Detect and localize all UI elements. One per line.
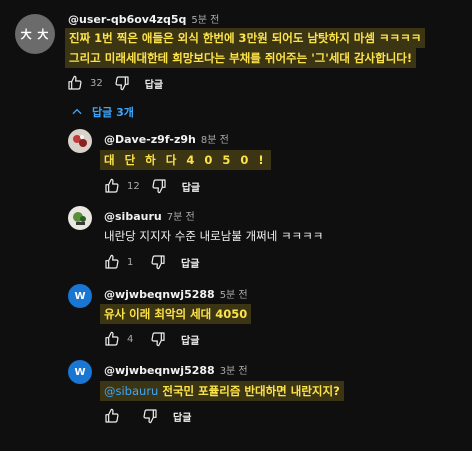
thumbs-down-icon	[152, 179, 166, 194]
replies-toggle-label: 답글 3개	[92, 106, 134, 119]
avatar[interactable]: W	[68, 360, 92, 384]
avatar[interactable]: 大 大	[15, 14, 55, 54]
like-count: 32	[90, 77, 103, 89]
timestamp[interactable]: 7분 전	[167, 212, 195, 223]
dislike-button[interactable]	[150, 177, 168, 195]
thumbs-down-icon	[151, 332, 165, 347]
timestamp[interactable]: 5분 전	[220, 290, 248, 301]
author-name[interactable]: @Dave-z9f-z9h	[104, 133, 196, 146]
comment-thread: 大 大 @user-qb6ov4zq5q 5분 전 진짜 1번 찍은 애들은 외식…	[0, 0, 472, 451]
reply-actions: 1 답글	[103, 253, 199, 271]
thumbs-down-icon	[151, 255, 165, 270]
avatar-image-icon	[73, 212, 86, 225]
timestamp[interactable]: 8분 전	[201, 135, 229, 146]
thumbs-up-icon	[105, 178, 119, 193]
reply-text: 대 단 하 다 4 0 5 0 !	[100, 150, 271, 170]
avatar-letter: W	[74, 366, 86, 378]
timestamp[interactable]: 3분 전	[220, 366, 248, 377]
chevron-up-icon	[72, 108, 82, 115]
avatar[interactable]	[68, 129, 92, 153]
reply-actions: 답글	[103, 407, 191, 425]
reply-text: 전국민 포퓰리즘 반대하면 내란지지?	[162, 384, 340, 398]
like-button[interactable]	[66, 74, 84, 92]
dislike-button[interactable]	[149, 330, 167, 348]
reply-button[interactable]: 답글	[145, 76, 163, 91]
like-count: 1	[127, 256, 134, 268]
comment-actions: 32 답글	[66, 74, 163, 92]
reply-actions: 4 답글	[103, 330, 199, 348]
comment-text-line-2: 그리고 미래세대한테 희망보다는 부채를 쥐어주는 '그'세대 감사합니다!	[65, 48, 417, 68]
thumbs-up-icon	[105, 254, 119, 269]
thumbs-up-icon	[105, 331, 119, 346]
avatar-image-icon	[73, 135, 87, 147]
reply-button[interactable]: 답글	[173, 409, 191, 424]
author-name[interactable]: @wjwbeqnwj5288	[104, 364, 215, 377]
author-name[interactable]: @sibauru	[104, 210, 162, 223]
reply-text: 내란당 지지자 수준 내로남불 개쩌네 ㅋㅋㅋㅋ	[104, 229, 324, 243]
dislike-button[interactable]	[141, 407, 159, 425]
like-count: 12	[127, 180, 140, 192]
reply-text: 유사 이래 최악의 세대 4050	[100, 304, 252, 324]
avatar[interactable]: W	[68, 284, 92, 308]
reply-header: @wjwbeqnwj5288 3분 전	[104, 362, 248, 377]
avatar-text: 大 大	[20, 28, 50, 41]
reply-button[interactable]: 답글	[182, 179, 200, 194]
replies-toggle[interactable]: 답글 3개	[70, 104, 134, 120]
dislike-button[interactable]	[113, 74, 131, 92]
thumbs-up-icon	[105, 408, 119, 423]
comment-header: @user-qb6ov4zq5q 5분 전	[68, 11, 219, 26]
reply-header: @wjwbeqnwj5288 5분 전	[104, 286, 248, 301]
author-name[interactable]: @wjwbeqnwj5288	[104, 288, 215, 301]
timestamp[interactable]: 5분 전	[191, 15, 219, 26]
reply-header: @sibauru 7분 전	[104, 208, 195, 223]
avatar-letter: W	[74, 290, 86, 302]
mention-link[interactable]: @sibauru	[104, 384, 158, 398]
like-count: 4	[127, 333, 134, 345]
dislike-button[interactable]	[149, 253, 167, 271]
author-name[interactable]: @user-qb6ov4zq5q	[68, 13, 186, 26]
thumbs-down-icon	[143, 409, 157, 424]
like-button[interactable]	[103, 177, 121, 195]
reply-button[interactable]: 답글	[181, 332, 199, 347]
reply-actions: 12 답글	[103, 177, 200, 195]
like-button[interactable]	[103, 330, 121, 348]
thumbs-up-icon	[68, 75, 82, 90]
like-button[interactable]	[103, 253, 121, 271]
reply-header: @Dave-z9f-z9h 8분 전	[104, 131, 229, 146]
thumbs-down-icon	[115, 76, 129, 91]
reply-text-line: @sibauru 전국민 포퓰리즘 반대하면 내란지지?	[100, 381, 344, 401]
avatar[interactable]	[68, 206, 92, 230]
reply-button[interactable]: 답글	[181, 255, 199, 270]
comment-text-line-1: 진짜 1번 찍은 애들은 외식 한번에 3만원 되어도 남탓하지 마셈 ㅋㅋㅋㅋ	[65, 28, 426, 48]
like-button[interactable]	[103, 407, 121, 425]
